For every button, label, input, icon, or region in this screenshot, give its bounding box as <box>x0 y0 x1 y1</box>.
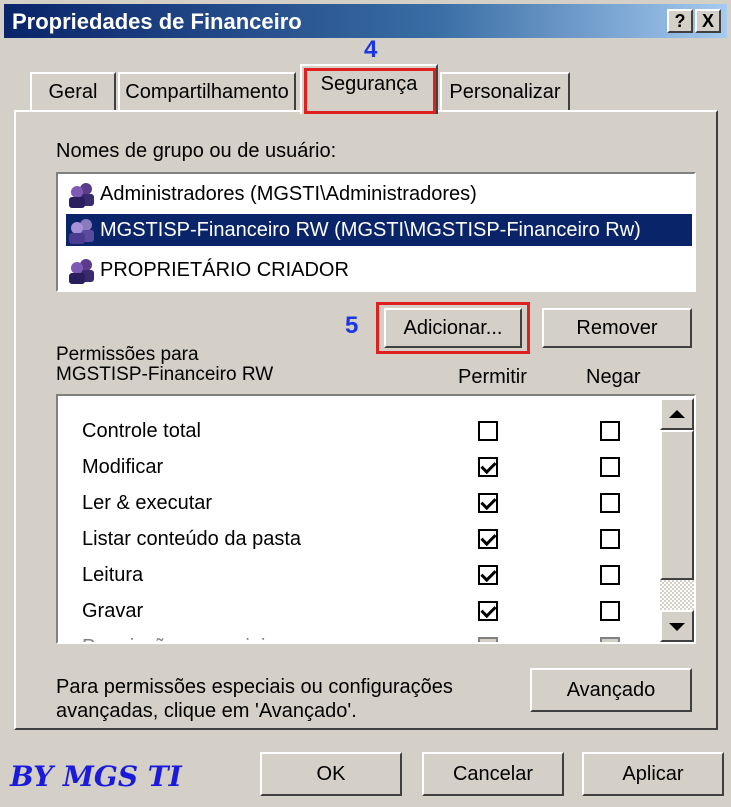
deny-checkbox[interactable] <box>600 601 620 621</box>
cancel-button[interactable]: Cancelar <box>422 752 564 796</box>
apply-button[interactable]: Aplicar <box>582 752 724 796</box>
allow-header: Permitir <box>458 366 527 388</box>
deny-checkbox[interactable] <box>600 421 620 441</box>
list-item[interactable]: Administradores (MGSTI\Administradores) <box>66 178 477 210</box>
permission-name: Leitura <box>82 564 144 586</box>
permission-row: Listar conteúdo da pasta <box>82 522 642 556</box>
group-name: MGSTISP-Financeiro RW (MGSTI\MGSTISP-Fin… <box>100 219 641 241</box>
permissions-list[interactable]: Controle total Modificar Ler & executar … <box>56 394 696 644</box>
users-icon <box>69 218 94 244</box>
users-icon <box>69 258 94 284</box>
arrow-down-icon <box>669 623 685 631</box>
remove-button[interactable]: Remover <box>542 308 692 348</box>
help-button[interactable]: ? <box>667 9 693 33</box>
scroll-up-button[interactable] <box>660 398 694 430</box>
allow-checkbox[interactable] <box>478 565 498 585</box>
allow-checkbox[interactable] <box>478 493 498 513</box>
tab-compartilhamento[interactable]: Compartilhamento <box>118 72 296 112</box>
arrow-up-icon <box>669 410 685 418</box>
allow-checkbox[interactable] <box>478 601 498 621</box>
properties-dialog: Propriedades de Financeiro ? X Geral Com… <box>0 0 731 807</box>
allow-checkbox[interactable] <box>478 529 498 549</box>
step-5-label: 5 <box>345 312 359 339</box>
scroll-thumb[interactable] <box>660 430 694 580</box>
advanced-button[interactable]: Avançado <box>530 668 692 712</box>
close-button[interactable]: X <box>695 9 721 33</box>
permission-name: Ler & executar <box>82 492 213 514</box>
allow-checkbox[interactable] <box>478 421 498 441</box>
permission-name: Gravar <box>82 600 144 622</box>
groups-list[interactable]: Administradores (MGSTI\Administradores) … <box>56 172 696 292</box>
users-icon <box>69 182 94 208</box>
group-name: PROPRIETÁRIO CRIADOR <box>100 259 349 281</box>
permissions-label-line2: MGSTISP-Financeiro RW <box>56 364 274 385</box>
deny-checkbox[interactable] <box>600 565 620 585</box>
title-bar[interactable]: Propriedades de Financeiro ? X <box>4 4 727 38</box>
permission-row: Ler & executar <box>82 486 642 520</box>
list-item[interactable]: MGSTISP-Financeiro RW (MGSTI\MGSTISP-Fin… <box>66 214 692 246</box>
watermark-label: BY MGS TI <box>10 760 182 793</box>
tab-personalizar[interactable]: Personalizar <box>440 72 570 112</box>
ok-button[interactable]: OK <box>260 752 402 796</box>
permission-name: Listar conteúdo da pasta <box>82 528 302 550</box>
deny-checkbox[interactable] <box>600 493 620 513</box>
allow-checkbox <box>478 637 498 642</box>
advanced-hint-line1: Para permissões especiais ou configuraçõ… <box>56 676 453 698</box>
group-name: Administradores (MGSTI\Administradores) <box>100 183 477 205</box>
permission-name: Modificar <box>82 456 164 478</box>
step-4-label: 4 <box>364 36 378 63</box>
scrollbar[interactable] <box>660 398 694 642</box>
permission-row: Gravar <box>82 594 642 628</box>
deny-checkbox[interactable] <box>600 529 620 549</box>
permission-row: Modificar <box>82 450 642 484</box>
allow-checkbox[interactable] <box>478 457 498 477</box>
deny-checkbox <box>600 637 620 642</box>
permission-row: Leitura <box>82 558 642 592</box>
deny-checkbox[interactable] <box>600 457 620 477</box>
window-title: Propriedades de Financeiro <box>12 9 302 34</box>
highlight-add-box <box>376 302 530 354</box>
permission-row: Controle total <box>82 414 642 448</box>
deny-header: Negar <box>586 366 641 388</box>
permission-name: Controle total <box>82 420 201 442</box>
list-item[interactable]: PROPRIETÁRIO CRIADOR <box>66 254 349 286</box>
groups-label: Nomes de grupo ou de usuário: <box>56 140 337 162</box>
highlight-tab-box <box>304 68 436 114</box>
advanced-hint-line2: avançadas, clique em 'Avançado'. <box>56 700 357 722</box>
scroll-down-button[interactable] <box>660 610 694 642</box>
permission-row: Permissões especiais <box>82 630 642 642</box>
permissions-label-line1: Permissões para <box>56 344 199 365</box>
permission-name: Permissões especiais <box>82 636 275 642</box>
tab-geral[interactable]: Geral <box>30 72 116 112</box>
